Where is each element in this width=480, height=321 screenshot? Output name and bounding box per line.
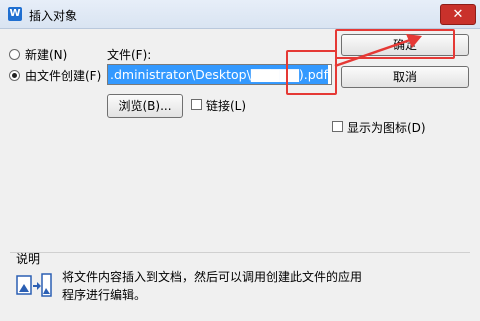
insert-object-icon [16,273,52,297]
close-button[interactable]: ✕ [440,4,476,25]
from-file-radio-label[interactable]: 由文件创建(F) [25,67,101,84]
dialog-title: 插入对象 [29,9,78,23]
new-radio-label[interactable]: 新建(N) [25,46,67,63]
from-file-radio[interactable] [9,70,20,81]
new-radio[interactable] [9,49,20,60]
description-text: 将文件内容插入到文档，然后可以调用创建此文件的应用程序进行编辑。 [62,270,363,302]
annotation-arrow [334,34,422,68]
title-bar: W 插入对象 ✕ [0,0,480,29]
browse-button[interactable]: 浏览(B)... [107,94,183,118]
wps-app-icon: W [8,7,22,21]
link-checkbox[interactable] [191,99,202,110]
description-heading: 说明 [16,252,41,266]
display-as-icon-checkbox[interactable] [332,121,343,132]
file-label: 文件(F): [107,48,152,62]
display-as-icon-label[interactable]: 显示为图标(D) [347,119,426,136]
link-checkbox-label[interactable]: 链接(L) [206,97,246,114]
